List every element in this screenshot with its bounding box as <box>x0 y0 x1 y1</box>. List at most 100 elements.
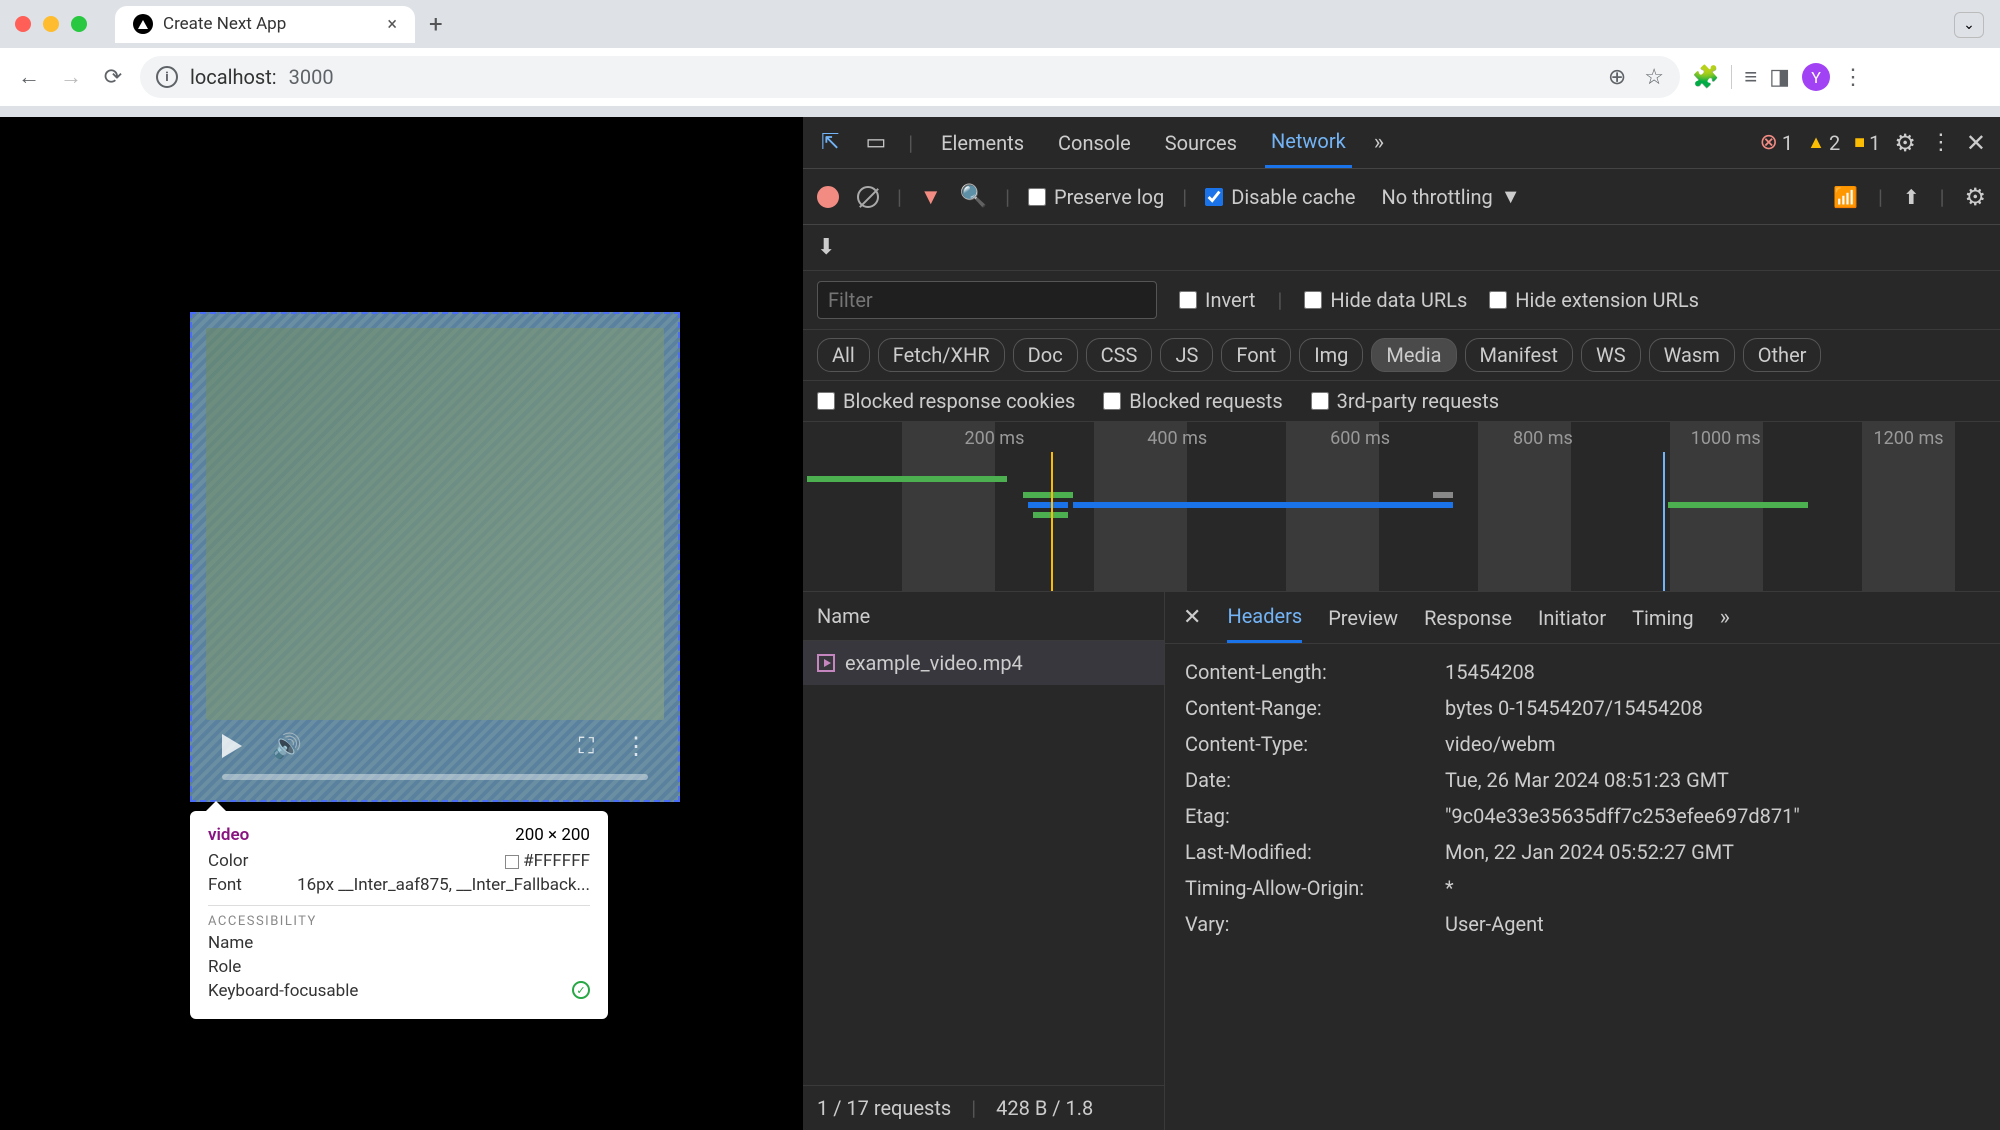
header-value: Mon, 22 Jan 2024 05:52:27 GMT <box>1445 840 1734 864</box>
issues-icon[interactable]: ■ <box>1854 132 1865 153</box>
bookmark-icon[interactable]: ☆ <box>1644 65 1664 90</box>
close-devtools-icon[interactable]: ✕ <box>1966 129 1986 157</box>
reading-list-icon[interactable]: ≡ <box>1744 64 1757 90</box>
window-dropdown-button[interactable]: ⌄ <box>1954 12 1984 38</box>
chrome-menu-button[interactable]: ⋮ <box>1842 65 1864 90</box>
window-minimize-button[interactable] <box>43 16 59 32</box>
header-key: Date: <box>1185 768 1425 792</box>
type-pill-media[interactable]: Media <box>1371 338 1456 372</box>
clear-button[interactable] <box>857 186 879 208</box>
hide-ext-urls-toggle[interactable]: Hide extension URLs <box>1489 288 1699 312</box>
detail-more-tabs-icon[interactable]: » <box>1720 605 1730 630</box>
window-maximize-button[interactable] <box>71 16 87 32</box>
browser-tab[interactable]: Create Next App × <box>115 6 415 43</box>
window-close-button[interactable] <box>15 16 31 32</box>
side-panel-icon[interactable]: ◨ <box>1769 65 1790 90</box>
zoom-icon[interactable]: ⊕ <box>1608 65 1626 90</box>
network-timeline[interactable]: 200 ms400 ms600 ms800 ms1000 ms1200 ms <box>803 422 2000 592</box>
domcontentloaded-line <box>1051 452 1053 591</box>
type-pill-img[interactable]: Img <box>1299 338 1363 372</box>
type-pill-css[interactable]: CSS <box>1086 338 1153 372</box>
issues-count: 1 <box>1869 131 1880 155</box>
tab-network[interactable]: Network <box>1265 117 1352 168</box>
settings-icon[interactable]: ⚙ <box>1894 129 1916 157</box>
search-icon[interactable]: 🔍 <box>960 184 987 209</box>
timeline-label: 1000 ms <box>1634 428 1817 449</box>
tab-sources[interactable]: Sources <box>1159 119 1243 167</box>
tooltip-dims: 200 × 200 <box>515 825 590 845</box>
video-element-highlighted[interactable]: 🔊 ⛶ ⋮ <box>190 312 680 802</box>
site-info-icon[interactable]: i <box>156 66 178 88</box>
disable-cache-checkbox[interactable] <box>1205 188 1223 206</box>
type-pill-js[interactable]: JS <box>1160 338 1213 372</box>
header-key: Etag: <box>1185 804 1425 828</box>
tab-elements[interactable]: Elements <box>935 119 1030 167</box>
type-pill-doc[interactable]: Doc <box>1013 338 1078 372</box>
extensions-icon[interactable]: 🧩 <box>1692 65 1719 90</box>
tooltip-acc-role: Role <box>208 957 241 977</box>
tooltip-color-label: Color <box>208 851 248 871</box>
devtools-menu-icon[interactable]: ⋮ <box>1930 130 1952 155</box>
type-pill-manifest[interactable]: Manifest <box>1465 338 1573 372</box>
close-detail-pane-icon[interactable]: ✕ <box>1183 605 1201 630</box>
forward-button[interactable]: → <box>56 62 86 92</box>
throttling-select[interactable]: No throttling ▼ <box>1381 184 1520 209</box>
download-har-icon[interactable]: ⬇ <box>817 235 835 260</box>
request-row[interactable]: example_video.mp4 <box>803 641 1164 685</box>
volume-icon[interactable]: 🔊 <box>272 732 302 760</box>
close-tab-button[interactable]: × <box>387 14 397 35</box>
type-pill-all[interactable]: All <box>817 338 870 372</box>
detail-tab-timing[interactable]: Timing <box>1632 594 1693 642</box>
header-value: video/webm <box>1445 732 1556 756</box>
warning-count: 2 <box>1829 131 1840 155</box>
header-key: Vary: <box>1185 912 1425 936</box>
play-icon[interactable] <box>222 734 242 758</box>
invert-toggle[interactable]: Invert <box>1179 288 1255 312</box>
thirdparty-toggle[interactable]: 3rd-party requests <box>1311 389 1499 413</box>
record-button[interactable] <box>817 186 839 208</box>
response-header-row: Etag:"9c04e33e35635dff7c253efee697d871" <box>1185 798 1980 834</box>
preserve-log-checkbox[interactable] <box>1028 188 1046 206</box>
filter-icon[interactable]: ▼ <box>920 184 942 210</box>
video-progress[interactable] <box>222 774 648 780</box>
detail-tab-response[interactable]: Response <box>1424 594 1512 642</box>
profile-avatar[interactable]: Y <box>1802 63 1830 91</box>
device-toggle-icon[interactable]: ▭ <box>865 130 886 155</box>
timeline-label: 800 ms <box>1451 428 1634 449</box>
blocked-cookies-toggle[interactable]: Blocked response cookies <box>817 389 1075 413</box>
warning-icon[interactable]: ▲ <box>1807 132 1825 153</box>
type-pill-font[interactable]: Font <box>1221 338 1291 372</box>
new-tab-button[interactable]: + <box>429 10 443 38</box>
detail-tab-preview[interactable]: Preview <box>1328 594 1398 642</box>
more-tabs-icon[interactable]: » <box>1374 130 1384 155</box>
chevron-down-icon: ▼ <box>1501 184 1521 209</box>
tab-console[interactable]: Console <box>1052 119 1137 167</box>
detail-tab-headers[interactable]: Headers <box>1227 592 1302 643</box>
requests-name-header[interactable]: Name <box>803 592 1164 641</box>
address-bar[interactable]: i localhost:3000 ⊕ ☆ <box>140 56 1680 98</box>
type-pill-other[interactable]: Other <box>1743 338 1822 372</box>
preserve-log-toggle[interactable]: Preserve log <box>1028 185 1164 209</box>
fullscreen-icon[interactable]: ⛶ <box>579 734 594 759</box>
detail-tab-initiator[interactable]: Initiator <box>1538 594 1606 642</box>
type-pill-ws[interactable]: WS <box>1581 338 1641 372</box>
type-pill-wasm[interactable]: Wasm <box>1649 338 1735 372</box>
reload-button[interactable]: ⟳ <box>98 62 128 92</box>
timeline-label: 400 ms <box>1086 428 1269 449</box>
error-icon[interactable]: ⊗ <box>1759 130 1777 155</box>
blocked-requests-toggle[interactable]: Blocked requests <box>1103 389 1282 413</box>
type-pill-fetchxhr[interactable]: Fetch/XHR <box>878 338 1005 372</box>
timeline-label: 1200 ms <box>1817 428 2000 449</box>
network-conditions-icon[interactable]: 📶 <box>1833 185 1858 209</box>
upload-har-icon[interactable]: ⬆ <box>1903 185 1920 209</box>
disable-cache-label: Disable cache <box>1231 185 1355 209</box>
video-more-icon[interactable]: ⋮ <box>624 732 648 760</box>
hide-data-urls-toggle[interactable]: Hide data URLs <box>1304 288 1467 312</box>
disable-cache-toggle[interactable]: Disable cache <box>1205 185 1355 209</box>
request-filename: example_video.mp4 <box>845 651 1023 675</box>
back-button[interactable]: ← <box>14 62 44 92</box>
header-key: Content-Length: <box>1185 660 1425 684</box>
filter-input[interactable] <box>817 281 1157 319</box>
inspect-element-icon[interactable]: ⇱ <box>817 130 843 155</box>
network-settings-icon[interactable]: ⚙ <box>1964 183 1986 211</box>
